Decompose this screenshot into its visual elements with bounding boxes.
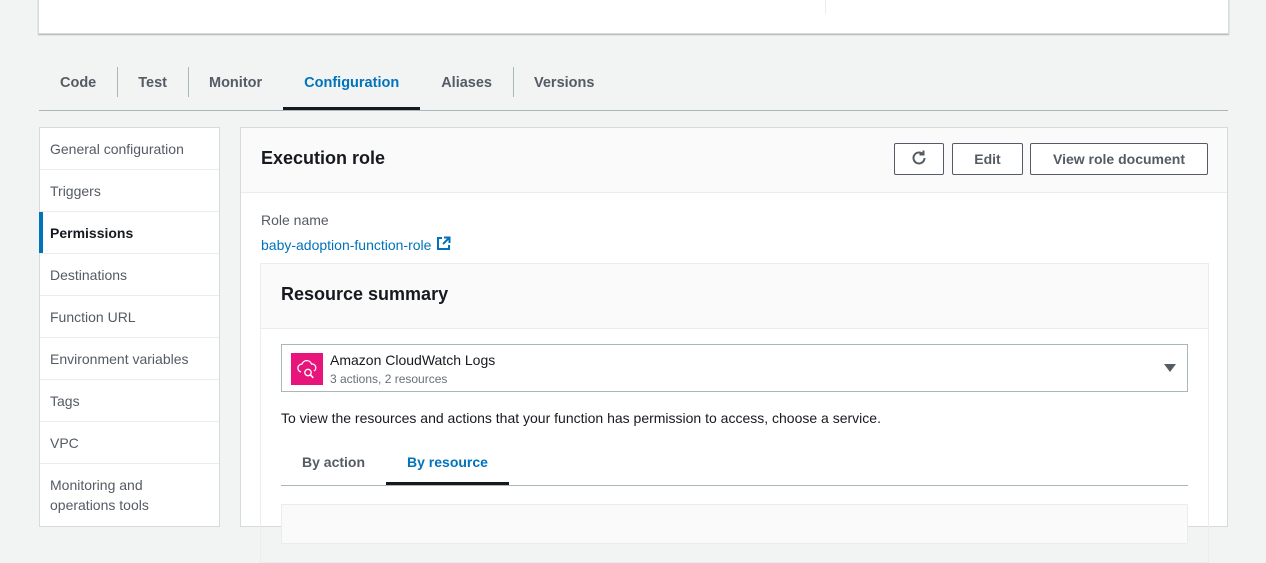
panel-header: Execution role Edit View role document: [241, 128, 1227, 193]
edit-button[interactable]: Edit: [952, 143, 1023, 175]
tab-by-action[interactable]: By action: [281, 440, 386, 484]
sidebar-item-monitoring[interactable]: Monitoring and operations tools: [40, 464, 180, 521]
tab-configuration[interactable]: Configuration: [283, 57, 421, 110]
sidebar-item-function-url[interactable]: Function URL: [40, 296, 219, 338]
refresh-button[interactable]: [894, 143, 944, 175]
service-select[interactable]: Amazon CloudWatch Logs 3 actions, 2 reso…: [281, 344, 1188, 392]
function-overview-card: [38, 0, 1229, 34]
sidebar-item-triggers[interactable]: Triggers: [40, 170, 219, 212]
sidebar-item-destinations[interactable]: Destinations: [40, 254, 219, 296]
role-name-label: Role name: [261, 212, 329, 228]
resource-summary: Resource summary Amazon CloudWatch Logs …: [260, 263, 1209, 563]
tab-test[interactable]: Test: [117, 57, 188, 109]
execution-role-panel: Execution role Edit View role document R…: [240, 127, 1228, 563]
role-name-link[interactable]: baby-adoption-function-role: [261, 236, 451, 254]
view-role-document-button[interactable]: View role document: [1030, 143, 1208, 175]
tab-by-resource[interactable]: By resource: [386, 440, 509, 485]
summary-subtabs: By action By resource: [281, 440, 1188, 486]
sidebar-item-general-configuration[interactable]: General configuration: [40, 128, 219, 170]
external-link-icon: [436, 236, 451, 254]
resource-summary-title: Resource summary: [281, 284, 449, 304]
function-tabs: Code Test Monitor Configuration Aliases …: [39, 57, 1228, 111]
caret-down-icon: [1164, 364, 1176, 372]
sidebar-item-environment-variables[interactable]: Environment variables: [40, 338, 219, 380]
tab-code[interactable]: Code: [39, 57, 117, 109]
tab-aliases[interactable]: Aliases: [420, 57, 513, 109]
tab-versions[interactable]: Versions: [513, 57, 615, 109]
service-hint: To view the resources and actions that y…: [281, 410, 881, 426]
sidebar-item-vpc[interactable]: VPC: [40, 422, 219, 464]
role-name-text: baby-adoption-function-role: [261, 237, 432, 253]
sidebar-item-permissions[interactable]: Permissions: [39, 212, 219, 254]
divider: [825, 0, 826, 14]
cloudwatch-logs-icon: [291, 353, 323, 385]
configuration-sidebar: General configuration Triggers Permissio…: [39, 127, 220, 527]
panel-title: Execution role: [261, 148, 386, 168]
resource-table: [281, 504, 1188, 544]
sidebar-item-tags[interactable]: Tags: [40, 380, 219, 422]
tab-monitor[interactable]: Monitor: [188, 57, 283, 109]
resource-summary-header: Resource summary: [261, 264, 1208, 329]
refresh-icon: [910, 149, 928, 170]
service-description: 3 actions, 2 resources: [330, 372, 448, 386]
service-name: Amazon CloudWatch Logs: [330, 352, 496, 368]
